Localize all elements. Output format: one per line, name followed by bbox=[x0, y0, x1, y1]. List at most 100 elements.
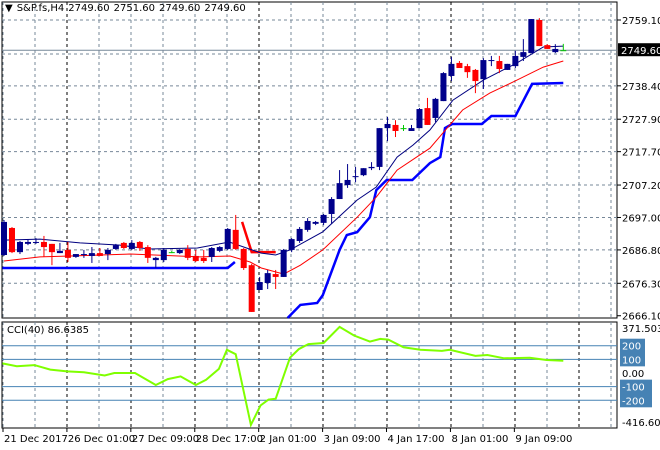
candle-body bbox=[288, 239, 295, 250]
candle-body bbox=[248, 265, 255, 312]
candle-body bbox=[336, 183, 343, 200]
price-tick-label: 2707.20 bbox=[622, 181, 660, 192]
cci-level-label: 200 bbox=[622, 342, 641, 353]
time-tick-label: 3 Jan 09:00 bbox=[324, 434, 381, 445]
candle-body bbox=[184, 248, 191, 258]
candle-body bbox=[272, 274, 279, 277]
time-tick-label: 28 Dec 17:00 bbox=[196, 434, 263, 445]
high-value: 2751.60 bbox=[113, 3, 156, 14]
cci-level-label: -100 bbox=[622, 383, 645, 394]
candle-body bbox=[224, 228, 231, 249]
time-tick-label: 4 Jan 17:00 bbox=[388, 434, 445, 445]
candle-body bbox=[120, 242, 127, 249]
open-value: 2749.60 bbox=[68, 3, 110, 14]
candle-body bbox=[128, 242, 135, 249]
low-value: 2749.60 bbox=[159, 3, 201, 14]
axes: 2759.10 2738.40 2727.90 2717.70 2707.20 2697.… bbox=[2, 16, 660, 445]
candle-body bbox=[104, 249, 111, 255]
candle-body bbox=[256, 282, 263, 290]
candle-body bbox=[232, 229, 239, 249]
main-panel-frame bbox=[1, 1, 618, 319]
candle-body bbox=[72, 254, 79, 257]
collapse-triangle-icon[interactable]: ▼ bbox=[5, 3, 13, 14]
candle-body bbox=[544, 45, 551, 49]
cci-level-label: -200 bbox=[622, 396, 645, 407]
candle-body bbox=[456, 62, 463, 69]
candle-body bbox=[328, 199, 335, 214]
candle-body bbox=[160, 249, 167, 261]
indicator-lines bbox=[2, 45, 564, 319]
candle-body bbox=[344, 179, 351, 186]
candle-body bbox=[504, 63, 511, 70]
time-tick-label: 26 Dec 01:00 bbox=[68, 434, 135, 445]
cci-panel bbox=[2, 325, 617, 428]
candle-body bbox=[440, 73, 447, 102]
price-chart[interactable]: 2759.10 2738.40 2727.90 2717.70 2707.20 2697.… bbox=[0, 0, 660, 450]
candle-body bbox=[40, 241, 47, 248]
candle-body bbox=[496, 61, 503, 69]
candle-body bbox=[48, 243, 55, 253]
candle-body bbox=[240, 248, 247, 269]
candle-body bbox=[448, 63, 455, 76]
candle-body bbox=[520, 52, 527, 57]
candle-body bbox=[192, 255, 199, 262]
cci-level-label: 100 bbox=[622, 355, 641, 366]
candle-body bbox=[560, 50, 567, 52]
channel-line bbox=[2, 261, 236, 270]
current-price-label: 2749.60 bbox=[621, 46, 660, 57]
candle-body bbox=[424, 108, 431, 125]
candle-body bbox=[312, 221, 319, 224]
price-tick-label: 2676.30 bbox=[622, 279, 660, 290]
cci-line bbox=[2, 325, 564, 428]
price-tick-label: 2727.90 bbox=[622, 115, 660, 126]
candle-body bbox=[464, 66, 471, 73]
symbol-label: S&P.fs,H4 bbox=[16, 3, 65, 14]
candle-body bbox=[368, 166, 375, 169]
candle-body bbox=[392, 124, 399, 131]
time-tick-label: 21 Dec 2017 bbox=[4, 434, 68, 445]
price-tick-label: 2666.10 bbox=[622, 312, 660, 323]
candle-body bbox=[376, 128, 383, 167]
time-tick-label: 9 Jan 09:00 bbox=[515, 434, 572, 445]
price-tick-label: 2717.70 bbox=[622, 148, 660, 159]
candle-body bbox=[416, 109, 423, 129]
price-tick-label: 2759.10 bbox=[622, 16, 660, 27]
candle-body bbox=[144, 247, 151, 258]
candle-body bbox=[480, 60, 487, 80]
chart-header: ▼ S&P.fs,H4 2749.60 2751.60 2749.60 2749.60 bbox=[5, 3, 250, 14]
candle-body bbox=[528, 19, 535, 54]
candle-body bbox=[32, 241, 39, 243]
cci-name: CCI(40) bbox=[7, 325, 45, 336]
candle-body bbox=[408, 128, 415, 131]
candle-body bbox=[264, 273, 271, 283]
candle-body bbox=[168, 252, 175, 254]
candle-body bbox=[280, 249, 287, 277]
candle-body bbox=[208, 248, 215, 257]
candle-body bbox=[400, 128, 407, 130]
time-tick-label: 2 Jan 01:00 bbox=[260, 434, 317, 445]
price-tick-label: 2697.00 bbox=[622, 213, 660, 224]
candle-body bbox=[200, 257, 207, 262]
candle-body bbox=[352, 176, 359, 178]
slow-ma-line bbox=[3, 60, 564, 275]
cci-max-label: 371.5039 bbox=[622, 324, 660, 335]
candle-body bbox=[136, 241, 143, 249]
cci-min-label: -416.6083 bbox=[622, 418, 660, 429]
candle-body bbox=[304, 220, 311, 230]
time-tick-label: 27 Dec 09:00 bbox=[132, 434, 199, 445]
time-tick-label: 8 Jan 01:00 bbox=[451, 434, 508, 445]
candle-body bbox=[384, 123, 391, 129]
cci-panel-frame bbox=[1, 321, 618, 429]
candle-body bbox=[64, 249, 71, 258]
price-tick-label: 2686.80 bbox=[622, 246, 660, 257]
candle-body bbox=[152, 257, 159, 261]
candle-body bbox=[16, 241, 23, 253]
candle-body bbox=[96, 253, 103, 256]
candle-body bbox=[176, 249, 183, 254]
cci-value: 86.6385 bbox=[47, 325, 89, 336]
price-tick-label: 2738.40 bbox=[622, 82, 660, 93]
candle-body bbox=[552, 48, 559, 53]
candle-body bbox=[216, 247, 223, 251]
grid bbox=[1, 1, 618, 429]
cci-zero-label: 0.00 bbox=[622, 369, 644, 380]
